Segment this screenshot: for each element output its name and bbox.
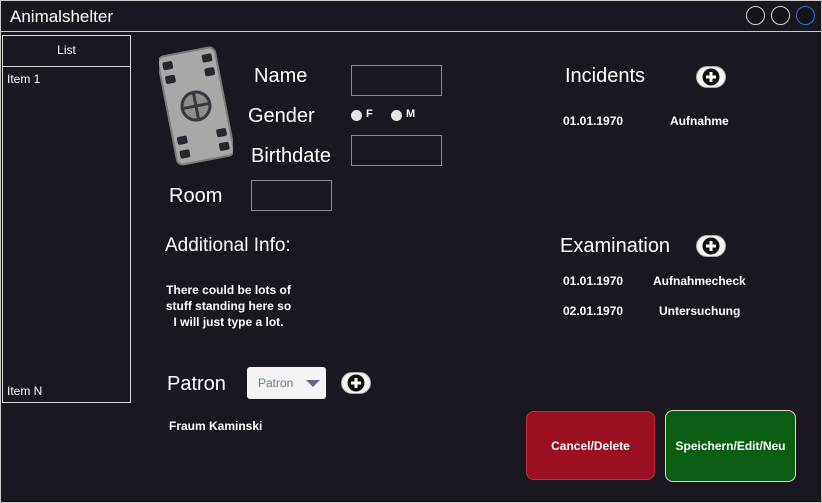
animal-list: List Item 1 Item N [2,35,131,403]
maximize-button[interactable] [771,6,790,25]
additional-info-label: Additional Info: [165,235,291,256]
save-edit-new-button[interactable]: Speichern/Edit/Neu [665,410,796,482]
close-button[interactable] [796,6,815,25]
room-label: Room [169,185,223,207]
list-header: List [3,36,130,67]
info-line: There could be lots of [166,283,291,297]
name-label: Name [254,65,308,87]
add-incident-button[interactable] [696,66,726,88]
birthdate-input[interactable] [351,135,442,166]
birthdate-label: Birthdate [251,145,332,167]
room-input[interactable] [251,180,332,211]
info-line: I will just type a lot. [173,315,284,329]
additional-info-text: There could be lots of stuff standing he… [161,282,296,330]
examination-desc: Aufnahmecheck [653,274,746,288]
examination-desc: Untersuchung [659,304,741,318]
patron-label: Patron [167,373,226,395]
incident-date: 01.01.1970 [563,114,624,128]
info-line: stuff standing here so [165,299,292,313]
gender-m-radio[interactable] [391,110,402,121]
list-item[interactable]: Item N [7,384,42,398]
gender-m-label: M [406,108,416,120]
patron-select-value: Patron [258,376,294,390]
examination-date: 02.01.1970 [563,304,624,318]
examination-title: Examination [560,235,671,257]
patron-name: Fraum Kaminski [169,419,263,433]
add-patron-button[interactable] [341,372,371,394]
add-examination-button[interactable] [696,235,726,257]
examination-date: 01.01.1970 [563,274,624,288]
list-item[interactable]: Item 1 [7,72,40,86]
plus-icon [702,68,720,86]
cancel-delete-button[interactable]: Cancel/Delete [526,411,655,480]
gender-f-label: F [366,108,373,120]
window-title: Animalshelter [10,7,113,26]
patron-select[interactable]: Patron [247,367,326,399]
gender-f-radio[interactable] [351,110,362,121]
incidents-title: Incidents [565,65,646,87]
plus-icon [702,237,720,255]
name-input[interactable] [351,65,442,96]
title-bar: Animalshelter [1,1,821,32]
gender-label: Gender [248,105,315,127]
app-window: Animalshelter List Item 1 Item N Name Ge… [0,0,822,503]
plus-icon [347,374,365,392]
film-reel-icon[interactable] [159,45,233,167]
minimize-button[interactable] [746,6,765,25]
chevron-down-icon [306,380,320,387]
incident-desc: Aufnahme [670,114,729,128]
